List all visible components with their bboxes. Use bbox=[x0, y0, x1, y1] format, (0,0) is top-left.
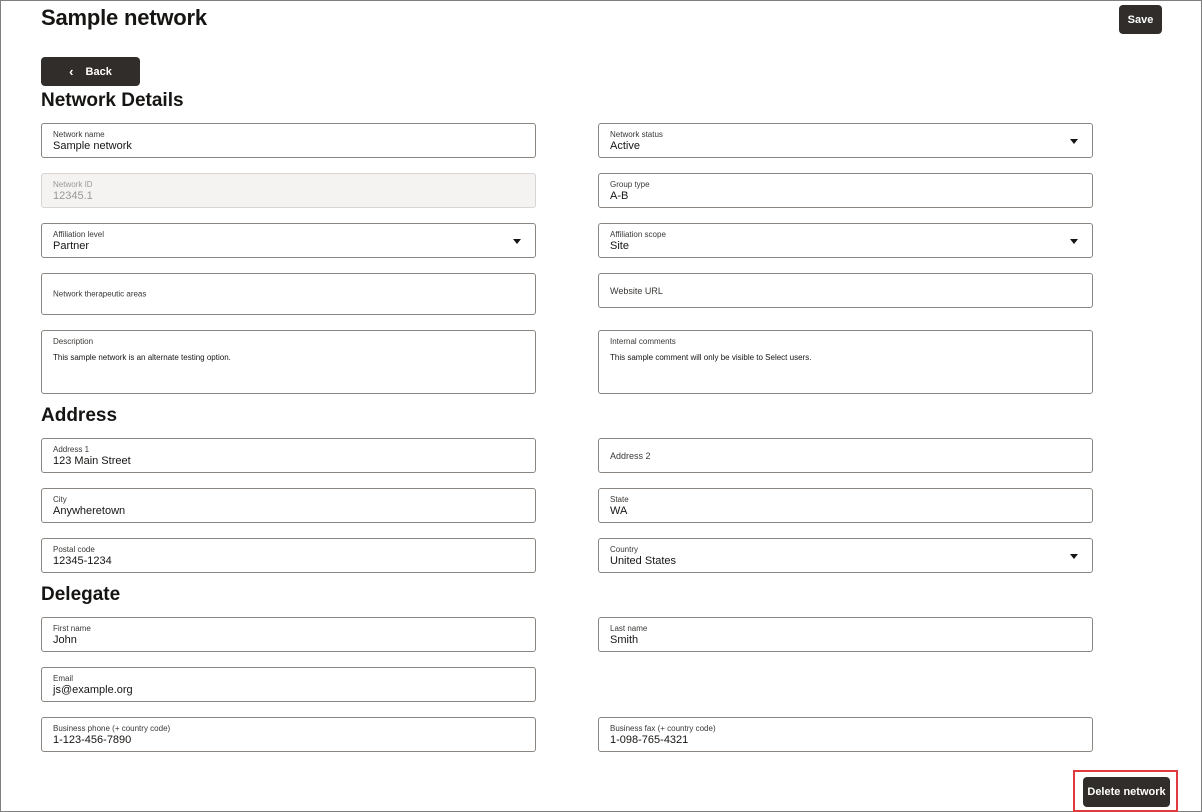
internal-comments-textarea[interactable]: Internal comments This sample comment wi… bbox=[598, 330, 1093, 394]
affiliation-scope-select[interactable]: Affiliation scope Site bbox=[598, 223, 1093, 258]
field-label: Network name bbox=[53, 130, 105, 139]
field-value: Anywheretown bbox=[53, 505, 126, 517]
network-name-field[interactable]: Network name Sample network bbox=[41, 123, 536, 158]
city-field[interactable]: City Anywheretown bbox=[41, 488, 536, 523]
field-label: Network therapeutic areas bbox=[53, 289, 147, 299]
field-label: Group type bbox=[610, 180, 650, 189]
field-label: Address 1 bbox=[53, 445, 90, 454]
caret-down-icon bbox=[1070, 238, 1078, 244]
address1-field[interactable]: Address 1 123 Main Street bbox=[41, 438, 536, 473]
field-value: This sample comment will only be visible… bbox=[610, 353, 812, 362]
page-title: Sample network bbox=[41, 5, 207, 30]
field-value: 123 Main Street bbox=[53, 455, 131, 467]
field-value: Active bbox=[610, 140, 640, 152]
field-label: City bbox=[53, 495, 67, 504]
delete-network-button[interactable]: Delete network bbox=[1083, 777, 1170, 807]
field-value: js@example.org bbox=[53, 684, 133, 696]
country-select[interactable]: Country United States bbox=[598, 538, 1093, 573]
save-button[interactable]: Save bbox=[1119, 5, 1162, 34]
field-value: Smith bbox=[610, 634, 639, 646]
field-value: 12345-1234 bbox=[53, 555, 112, 567]
state-field[interactable]: State WA bbox=[598, 488, 1093, 523]
back-button-label: Back bbox=[85, 65, 112, 78]
field-value: WA bbox=[610, 505, 628, 517]
business-phone-field[interactable]: Business phone (+ country code) 1-123-45… bbox=[41, 717, 536, 752]
field-label: Description bbox=[53, 337, 94, 346]
caret-down-icon bbox=[1070, 553, 1078, 559]
therapeutic-areas-field[interactable]: Network therapeutic areas bbox=[41, 273, 536, 315]
field-value: 12345.1 bbox=[53, 190, 93, 202]
field-label: First name bbox=[53, 624, 91, 633]
field-label: Affiliation level bbox=[53, 230, 104, 239]
section-title-address: Address bbox=[41, 405, 118, 426]
field-value: Partner bbox=[53, 240, 90, 252]
postal-code-field[interactable]: Postal code 12345-1234 bbox=[41, 538, 536, 573]
field-label: Postal code bbox=[53, 545, 95, 554]
website-url-field[interactable]: Website URL bbox=[598, 273, 1093, 308]
section-title-delegate: Delegate bbox=[41, 584, 121, 605]
email-field[interactable]: Email js@example.org bbox=[41, 667, 536, 702]
group-type-field[interactable]: Group type A-B bbox=[598, 173, 1093, 208]
field-label: Business phone (+ country code) bbox=[53, 724, 171, 733]
field-value: John bbox=[53, 634, 77, 646]
field-value: This sample network is an alternate test… bbox=[53, 353, 231, 362]
field-label: Network ID bbox=[53, 180, 93, 189]
address2-field[interactable]: Address 2 bbox=[598, 438, 1093, 473]
network-status-select[interactable]: Network status Active bbox=[598, 123, 1093, 158]
network-id-field: Network ID 12345.1 bbox=[41, 173, 536, 208]
field-value: Sample network bbox=[53, 140, 132, 152]
field-value: 1-098-765-4321 bbox=[610, 734, 689, 746]
field-label: Country bbox=[610, 545, 639, 554]
first-name-field[interactable]: First name John bbox=[41, 617, 536, 652]
field-label: Business fax (+ country code) bbox=[610, 724, 716, 733]
field-label: State bbox=[610, 495, 629, 504]
chevron-left-icon: ‹ bbox=[69, 64, 74, 79]
caret-down-icon bbox=[1070, 138, 1078, 144]
field-label: Last name bbox=[610, 624, 648, 633]
description-textarea[interactable]: Description This sample network is an al… bbox=[41, 330, 536, 394]
affiliation-level-select[interactable]: Affiliation level Partner bbox=[41, 223, 536, 258]
field-value: Site bbox=[610, 240, 629, 252]
field-value: A-B bbox=[610, 190, 629, 202]
back-button[interactable]: ‹ Back bbox=[41, 57, 140, 86]
field-label: Network status bbox=[610, 130, 663, 139]
field-label: Email bbox=[53, 674, 74, 683]
field-label: Website URL bbox=[610, 285, 663, 296]
caret-down-icon bbox=[513, 238, 521, 244]
field-label: Internal comments bbox=[610, 337, 676, 346]
field-label: Address 2 bbox=[610, 450, 651, 461]
field-value: 1-123-456-7890 bbox=[53, 734, 132, 746]
field-value: United States bbox=[610, 555, 677, 567]
section-title-network-details: Network Details bbox=[41, 90, 184, 111]
field-label: Affiliation scope bbox=[610, 230, 666, 239]
business-fax-field[interactable]: Business fax (+ country code) 1-098-765-… bbox=[598, 717, 1093, 752]
last-name-field[interactable]: Last name Smith bbox=[598, 617, 1093, 652]
